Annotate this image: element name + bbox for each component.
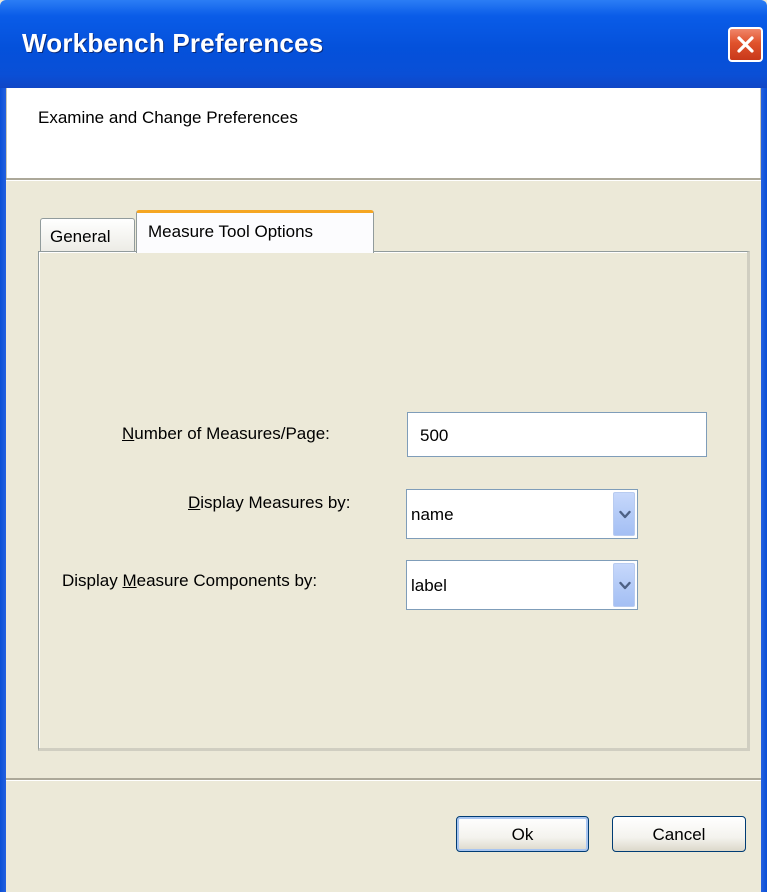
display-components-by-dropdown-button[interactable] (613, 563, 635, 607)
preferences-dialog: Workbench Preferences Examine and Change… (0, 0, 767, 892)
measures-per-page-value: 500 (420, 426, 449, 445)
display-components-by-label: Display Measure Components by: (62, 571, 317, 591)
cancel-button[interactable]: Cancel (612, 816, 746, 852)
display-measures-by-dropdown-button[interactable] (613, 492, 635, 536)
measures-per-page-label-rest: umber of Measures/Page: (134, 424, 330, 443)
footer-separator (6, 778, 761, 781)
window-frame-right (761, 88, 767, 892)
chevron-down-icon (619, 510, 631, 519)
chevron-down-icon (619, 581, 631, 590)
header-separator (6, 178, 761, 181)
tab-general[interactable]: General (40, 218, 135, 252)
window-frame-left (0, 88, 6, 892)
close-button[interactable] (728, 27, 763, 62)
window-title: Workbench Preferences (22, 28, 324, 58)
display-measures-by-select[interactable]: name (406, 489, 638, 539)
title-bar[interactable]: Workbench Preferences (0, 0, 767, 88)
measures-per-page-label: Number of Measures/Page: (122, 424, 330, 444)
display-components-by-mnemonic: M (122, 571, 137, 590)
display-components-by-label-rest: easure Components by: (136, 571, 318, 590)
display-measures-by-mnemonic: D (188, 493, 201, 512)
tab-measure-tool-options-label: Measure Tool Options (148, 222, 314, 241)
display-measures-by-label-rest: isplay Measures by: (200, 493, 351, 512)
display-components-by-select[interactable]: label (406, 560, 638, 610)
header-description: Examine and Change Preferences (38, 108, 298, 127)
tab-measure-tool-options[interactable]: Measure Tool Options (136, 210, 374, 253)
display-components-by-value: label (411, 576, 447, 595)
measures-per-page-input[interactable]: 500 (407, 412, 707, 457)
tab-panel (38, 251, 750, 751)
header-panel: Examine and Change Preferences (6, 88, 761, 178)
display-components-by-label-start: Display (62, 571, 123, 590)
display-measures-by-value: name (411, 505, 454, 524)
measures-per-page-mnemonic: N (122, 424, 135, 443)
close-x-icon (737, 36, 754, 53)
ok-button[interactable]: Ok (456, 816, 589, 852)
display-measures-by-label: Display Measures by: (188, 493, 351, 513)
tab-general-label: General (50, 227, 111, 246)
